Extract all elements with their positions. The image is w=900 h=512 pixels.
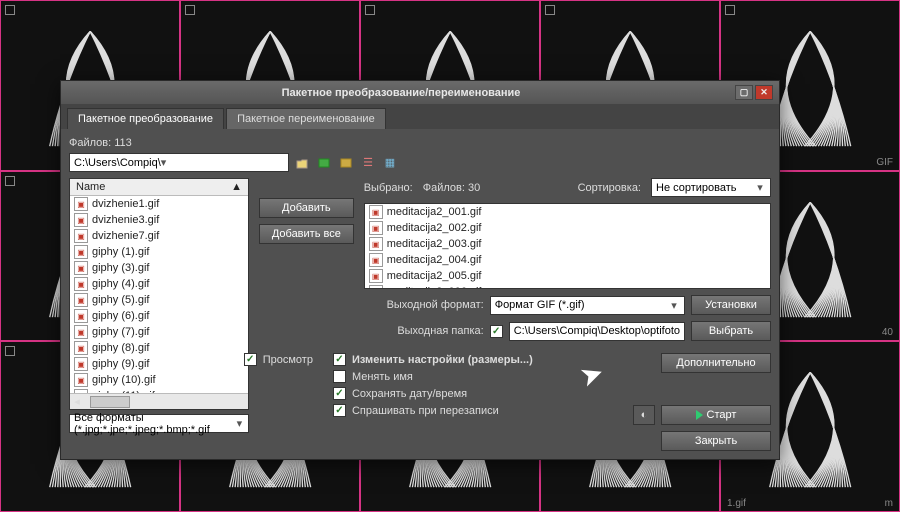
file-icon: ▣ [74,309,88,323]
askoverwrite-checkbox[interactable]: ✓ [333,404,346,417]
close-dialog-button[interactable]: Закрыть [661,431,771,451]
choose-folder-button[interactable]: Выбрать [691,321,771,341]
file-icon: ▣ [74,357,88,371]
list-item[interactable]: ▣meditacija2_003.gif [365,236,770,252]
chevron-down-icon: ▾ [161,157,167,169]
dialog-title: Пакетное преобразование/переименование [67,87,735,99]
sort-arrow-icon: ▲ [231,181,242,193]
list-item[interactable]: ▣dvizhenie1.gif [70,196,248,212]
list-item[interactable]: ▣giphy (10).gif [70,372,248,388]
list-item[interactable]: ▣dvizhenie3.gif [70,212,248,228]
file-icon: ▣ [74,293,88,307]
list-item[interactable]: ▣dvizhenie7.gif [70,228,248,244]
askoverwrite-label: Спрашивать при перезаписи [352,405,499,417]
tab-batch-rename[interactable]: Пакетное переименование [226,108,386,129]
preview-label: Просмотр [263,354,313,366]
batch-dialog: Пакетное преобразование/переименование ▢… [60,80,780,460]
minimize-button[interactable]: ▢ [735,85,753,100]
add-all-button[interactable]: Добавить все [259,224,354,244]
file-icon: ▣ [74,373,88,387]
file-icon: ▣ [369,221,383,235]
file-icon: ▣ [74,213,88,227]
play-icon [696,410,703,420]
list-item[interactable]: ▣giphy (8).gif [70,340,248,356]
preview-window-icon[interactable]: ◐ [633,405,655,425]
thumb-checkbox[interactable] [5,5,15,15]
folder-green-icon[interactable] [315,154,333,172]
list-header[interactable]: Name▲ [70,179,248,196]
list-item[interactable]: ▣giphy (7).gif [70,324,248,340]
file-icon: ▣ [369,205,383,219]
source-file-list[interactable]: Name▲ ▣dvizhenie1.gif▣dvizhenie3.gif▣dvi… [69,178,249,410]
start-button[interactable]: Старт [661,405,771,425]
file-icon: ▣ [74,245,88,259]
list-item[interactable]: ▣giphy (5).gif [70,292,248,308]
file-icon: ▣ [369,253,383,267]
list-item[interactable]: ▣meditacija2_002.gif [365,220,770,236]
selected-file-list[interactable]: ▣meditacija2_001.gif▣meditacija2_002.gif… [364,203,771,289]
output-format-combo[interactable]: Формат GIF (*.gif)▾ [490,296,685,315]
output-format-label: Выходной формат: [364,299,484,311]
chevron-down-icon: ▾ [668,299,680,312]
list-item[interactable]: ▣giphy (9).gif [70,356,248,372]
file-icon: ▣ [74,325,88,339]
file-filter-combo[interactable]: Все форматы (*.jpg;*.jpe;*.jpeg;*.bmp;*.… [69,414,249,433]
thumb-checkbox[interactable] [185,5,195,15]
folder-yellow-icon[interactable] [337,154,355,172]
keepdate-label: Сохранять дату/время [352,388,467,400]
sort-label: Сортировка: [578,182,641,194]
thumb-checkbox[interactable] [725,5,735,15]
settings-button[interactable]: Установки [691,295,771,315]
tab-bar: Пакетное преобразование Пакетное переиме… [61,104,779,129]
output-folder-input[interactable]: C:\Users\Compiq\Desktop\optifoto [509,322,685,341]
file-icon: ▣ [74,341,88,355]
file-icon: ▣ [369,285,383,289]
file-icon: ▣ [74,277,88,291]
chevron-down-icon: ▾ [235,417,244,430]
close-button[interactable]: ✕ [755,85,773,100]
rename-checkbox[interactable] [333,370,346,383]
output-folder-checkbox[interactable]: ✓ [490,325,503,338]
path-input[interactable]: C:\Users\Compiq\▾ [69,153,289,172]
list-item[interactable]: ▣meditacija2_005.gif [365,268,770,284]
advanced-button[interactable]: Дополнительно [661,353,771,373]
preview-checkbox[interactable]: ✓ [244,353,257,366]
thumb-checkbox[interactable] [5,346,15,356]
view-list-icon[interactable]: ☰ [359,154,377,172]
selected-count: Файлов: 30 [423,182,480,194]
list-item[interactable]: ▣meditacija2_004.gif [365,252,770,268]
file-icon: ▣ [369,237,383,251]
list-item[interactable]: ▣giphy (6).gif [70,308,248,324]
thumb-checkbox[interactable] [5,176,15,186]
thumb-checkbox[interactable] [545,5,555,15]
output-folder-label: Выходная папка: [364,325,484,337]
sort-combo[interactable]: Не сортировать▾ [651,178,771,197]
file-count-label: Файлов: 113 [69,137,771,149]
selected-label: Выбрано: [364,182,413,194]
chevron-down-icon: ▾ [754,181,766,194]
file-icon: ▣ [74,197,88,211]
file-icon: ▣ [74,229,88,243]
tab-batch-convert[interactable]: Пакетное преобразование [67,108,224,129]
resize-checkbox[interactable]: ✓ [333,353,346,366]
file-icon: ▣ [74,261,88,275]
list-item[interactable]: ▣meditacija2_001.gif [365,204,770,220]
list-item[interactable]: ▣giphy (1).gif [70,244,248,260]
file-icon: ▣ [369,269,383,283]
up-folder-icon[interactable] [293,154,311,172]
add-button[interactable]: Добавить [259,198,354,218]
list-item[interactable]: ▣giphy (3).gif [70,260,248,276]
view-details-icon[interactable]: ▦ [381,154,399,172]
resize-label: Изменить настройки (размеры...) [352,354,533,366]
thumb-checkbox[interactable] [365,5,375,15]
list-item[interactable]: ▣giphy (4).gif [70,276,248,292]
titlebar: Пакетное преобразование/переименование ▢… [61,81,779,104]
list-item[interactable]: ▣meditacija2_006.gif [365,284,770,289]
rename-label: Менять имя [352,371,413,383]
horizontal-scrollbar[interactable]: ◂ [70,393,248,409]
keepdate-checkbox[interactable]: ✓ [333,387,346,400]
